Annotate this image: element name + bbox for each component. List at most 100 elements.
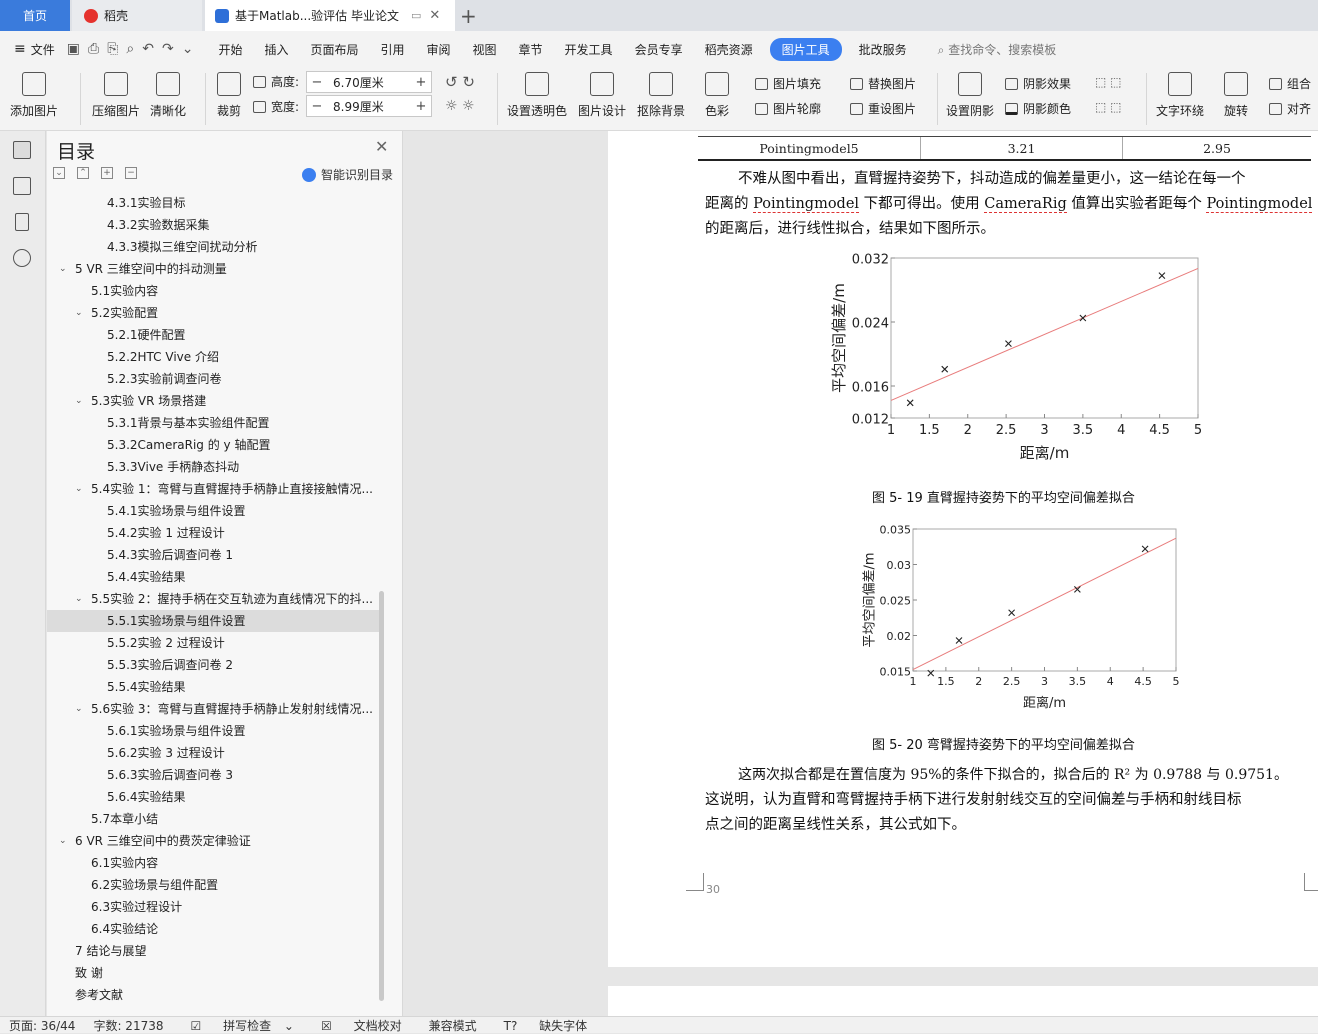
toc-item[interactable]: 4.3.1实验目标 [47,192,382,214]
set-shadow-button[interactable]: 设置阴影 [946,72,994,119]
rotate-button[interactable]: 旋转 [1224,72,1248,119]
toc-panel-icon[interactable] [13,141,31,159]
bookmark-icon[interactable] [15,213,29,231]
toc-item[interactable]: 7 结论与展望 [47,940,382,962]
menu-review-service[interactable]: 批改服务 [848,41,918,58]
export-pdf-icon[interactable]: ⎙ [84,41,103,57]
menu-docer-resources[interactable]: 稻壳资源 [694,41,764,58]
nudge-shadow-icon[interactable]: ⬚ ⬚ [1095,75,1122,89]
replace-picture-button[interactable]: 替换图片 [850,75,916,92]
brightness-icon[interactable]: ☼ ☼ [445,98,475,114]
width-stepper[interactable]: −8.99厘米 + [306,95,432,117]
toc-scrollbar[interactable] [379,591,384,1001]
width-decrease-button[interactable]: − [307,99,327,114]
shadow-effect-button[interactable]: 阴影效果 [1005,75,1071,92]
chevron-down-icon[interactable]: ⌄ [75,390,83,412]
menu-member[interactable]: 会员专享 [624,41,694,58]
picture-fill-button[interactable]: 图片填充 [755,75,821,92]
toc-item[interactable]: 5.3.2CameraRig 的 y 轴配置 [47,434,382,456]
toc-item[interactable]: 5.6.3实验后调查问卷 3 [47,764,382,786]
toc-item[interactable]: ⌄ 5 VR 三维空间中的抖动测量 [47,258,382,280]
toc-item[interactable]: 5.5.2实验 2 过程设计 [47,632,382,654]
toc-item[interactable]: 5.4.2实验 1 过程设计 [47,522,382,544]
nudge-shadow-down-icon[interactable]: ⬚ ⬚ [1095,100,1122,114]
tab-screen-icon[interactable]: ▭ [411,9,421,22]
toc-item[interactable]: ⌄ 5.4实验 1：弯臂与直臂握持手柄静止直接接触情况... [47,478,382,500]
toc-item[interactable]: 5.4.1实验场景与组件设置 [47,500,382,522]
toc-item[interactable]: 5.5.4实验结果 [47,676,382,698]
page-count[interactable]: 页面: 36/44 [0,1017,84,1034]
rotate-left-icon[interactable]: ↺ ↻ [445,73,475,91]
shadow-color-button[interactable]: 阴影颜色 [1005,100,1071,117]
toc-item[interactable]: 6.1实验内容 [47,852,382,874]
toc-item[interactable]: 5.3.3Vive 手柄静态抖动 [47,456,382,478]
navigation-icon[interactable] [13,177,31,195]
menu-file[interactable]: ≡ 文件 [0,41,63,58]
expand-all-icon[interactable]: ⌃ [77,167,89,179]
crop-button[interactable]: 裁剪 [217,72,241,119]
width-value[interactable]: 8.99厘米 [327,98,411,115]
toc-item[interactable]: 5.1实验内容 [47,280,382,302]
remove-background-button[interactable]: 抠除背景 [637,72,685,119]
group-button[interactable]: 组合 [1269,75,1311,92]
height-decrease-button[interactable]: − [307,75,327,90]
menu-references[interactable]: 引用 [369,41,415,58]
toc-item[interactable]: ⌄ 6 VR 三维空间中的费茨定律验证 [47,830,382,852]
close-icon[interactable]: ✕ [375,137,388,156]
toc-item[interactable]: 致 谢 [47,962,382,984]
picture-design-button[interactable]: 图片设计 [578,72,626,119]
new-tab-icon[interactable]: + [460,4,477,28]
menu-developer[interactable]: 开发工具 [554,41,624,58]
picture-outline-button[interactable]: 图片轮廓 [755,100,821,117]
menu-view[interactable]: 视图 [462,41,508,58]
toc-item[interactable]: 5.2.3实验前调查问卷 [47,368,382,390]
add-picture-button[interactable]: 添加图片 [10,72,58,119]
tab-docer[interactable]: 稻壳 [72,0,202,31]
toc-item[interactable]: 5.4.4实验结果 [47,566,382,588]
toc-item[interactable]: 5.2.1硬件配置 [47,324,382,346]
toc-item[interactable]: 5.6.1实验场景与组件设置 [47,720,382,742]
toc-item[interactable]: 5.6.4实验结果 [47,786,382,808]
toc-item[interactable]: 5.4.3实验后调查问卷 1 [47,544,382,566]
remove-heading-icon[interactable]: − [125,167,137,179]
toc-item[interactable]: 5.2.2HTC Vive 介绍 [47,346,382,368]
tab-close-icon[interactable]: ✕ [429,8,440,23]
chevron-down-icon[interactable]: ⌄ [75,588,83,610]
chevron-down-icon[interactable]: ⌄ [75,478,83,500]
toc-item[interactable]: ⌄ 5.2实验配置 [47,302,382,324]
search-icon[interactable] [13,249,31,267]
height-value[interactable]: 6.70厘米 [327,74,411,91]
missing-font-button[interactable]: T? 缺失字体 [486,1017,606,1034]
chevron-down-icon[interactable]: ⌄ [75,698,83,720]
toc-item[interactable]: 5.7本章小结 [47,808,382,830]
menu-review[interactable]: 审阅 [416,41,462,58]
set-transparent-button[interactable]: 设置透明色 [507,72,567,119]
height-increase-button[interactable]: + [411,75,431,90]
command-search[interactable]: ⌕ 查找命令、搜索模板 [918,41,1068,58]
toc-item[interactable]: 5.5.1实验场景与组件设置 [47,610,382,632]
color-button[interactable]: 色彩 [705,72,729,119]
height-stepper[interactable]: −6.70厘米 + [306,71,432,93]
toc-item[interactable]: 6.4实验结论 [47,918,382,940]
chevron-down-icon[interactable]: ⌄ [59,258,67,280]
print-preview-icon[interactable]: ⌕ [122,41,138,57]
toc-item[interactable]: ⌄ 5.6实验 3：弯臂与直臂握持手柄静止发射射线情况... [47,698,382,720]
compress-picture-button[interactable]: 压缩图片 [92,72,140,119]
chevron-down-icon[interactable]: ⌄ [178,41,198,57]
menu-insert[interactable]: 插入 [253,41,299,58]
toc-item[interactable]: 6.3实验过程设计 [47,896,382,918]
toc-item[interactable]: 4.3.2实验数据采集 [47,214,382,236]
sharpen-button[interactable]: 清晰化 [150,72,186,119]
chart-bent-arm[interactable]: 1 1.5 2 2.5 3 3.5 4 4.5 50.0150.020.0250.030.035… [858,519,1188,714]
undo-icon[interactable]: ↶ [138,41,158,57]
menu-picture-tools[interactable]: 图片工具 [769,37,842,61]
tab-home[interactable]: 首页 [0,0,70,31]
spellcheck-word[interactable]: Pointingmodel [753,196,860,213]
spell-check-button[interactable]: ☑ 拼写检查 ⌄ [173,1017,303,1034]
toc-item[interactable]: 5.6.2实验 3 过程设计 [47,742,382,764]
chart-straight-arm[interactable]: 1 1.5 2 2.5 3 3.5 4 4.5 50.0120.0160.0240.032距离/… [823,246,1223,471]
print-icon[interactable]: ⎘ [103,41,122,57]
reset-picture-button[interactable]: 重设图片 [850,100,916,117]
text-wrap-button[interactable]: 文字环绕 [1156,72,1204,119]
word-count[interactable]: 字数: 21738 [84,1017,172,1034]
